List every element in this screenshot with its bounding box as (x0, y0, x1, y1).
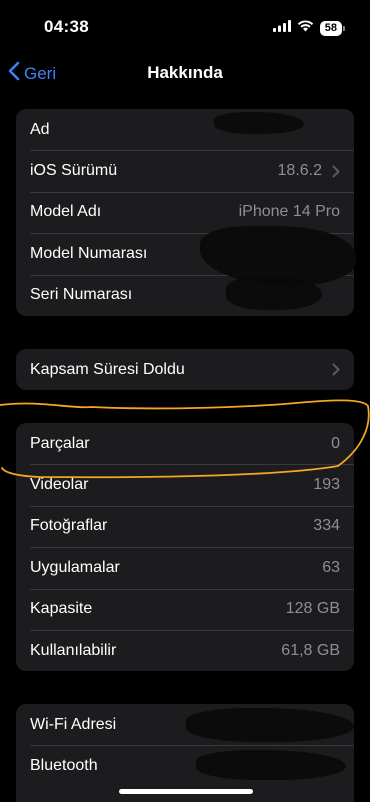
redaction-mark (196, 750, 346, 780)
row-label: iOS Sürümü (30, 162, 118, 180)
status-bar: 04:38 58 (0, 0, 370, 54)
row-applications: Uygulamalar 63 (16, 547, 354, 588)
row-label: Model Adı (30, 203, 102, 221)
wifi-icon (297, 19, 314, 37)
status-time: 04:38 (44, 17, 89, 36)
redaction-mark (186, 708, 354, 742)
row-name[interactable]: Ad (16, 109, 354, 150)
cellular-signal-icon (272, 19, 291, 37)
row-coverage-expired[interactable]: Kapsam Süresi Doldu (16, 349, 354, 390)
row-value: 0 (331, 434, 340, 452)
row-ios-version[interactable]: iOS Sürümü 18.6.2 (16, 150, 354, 191)
row-value: 193 (313, 476, 340, 494)
storage-group: Parçalar 0 Videolar 193 Fotoğraflar 334 … (16, 423, 354, 672)
home-indicator (119, 789, 253, 794)
navigation-bar: Geri Hakkında (0, 54, 370, 90)
row-value: iPhone 14 Pro (238, 203, 340, 221)
row-label: Uygulamalar (30, 558, 120, 576)
status-icons: 58 (272, 19, 346, 37)
row-label: Kapasite (30, 600, 93, 618)
row-label: Kapsam Süresi Doldu (30, 360, 185, 378)
row-value: 334 (313, 517, 340, 535)
chevron-right-icon (332, 165, 340, 178)
row-value: 128 GB (285, 600, 340, 618)
page-title: Hakkında (147, 63, 223, 82)
row-label: Kullanılabilir (30, 641, 117, 659)
row-label: Fotoğraflar (30, 517, 108, 535)
row-songs: Parçalar 0 (16, 423, 354, 464)
row-value: 18.6.2 (277, 162, 322, 180)
row-value: 63 (322, 558, 340, 576)
row-available: Kullanılabilir 61,8 GB (16, 629, 354, 671)
row-label: Videolar (30, 476, 89, 494)
coverage-group: Kapsam Süresi Doldu (16, 349, 354, 391)
row-photos: Fotoğraflar 334 (16, 505, 354, 547)
chevron-right-icon (332, 363, 340, 376)
battery-indicator: 58 (319, 20, 346, 36)
row-videos: Videolar 193 (16, 464, 354, 505)
row-capacity: Kapasite 128 GB (16, 588, 354, 630)
row-value: 61,8 GB (281, 641, 340, 659)
redaction-mark (226, 276, 322, 310)
row-label: Parçalar (30, 434, 90, 452)
redaction-mark (214, 112, 304, 134)
